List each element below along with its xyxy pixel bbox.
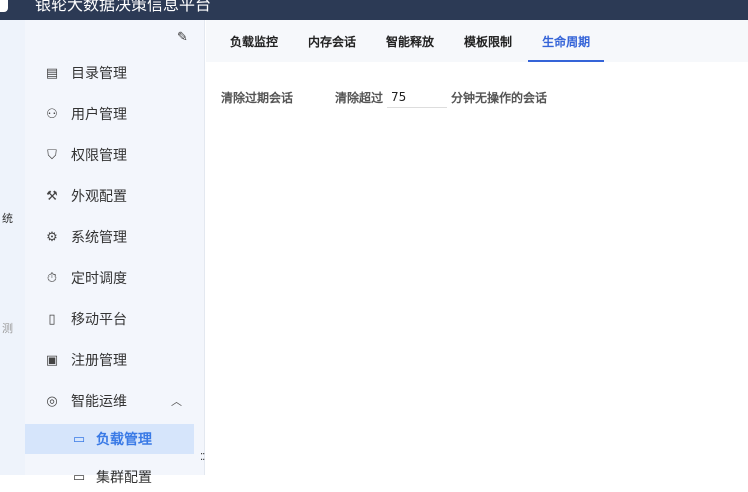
mobile-icon: ▯ [48, 311, 56, 327]
sidebar-item-ops[interactable]: ◎ 智能运维 ︿ [25, 386, 194, 416]
nav-item-partial[interactable]: 测 [2, 320, 13, 336]
load-icon: ▭ [72, 431, 86, 447]
user-icon: ⚇ [46, 106, 58, 122]
sidebar-item-label: 定时调度 [71, 271, 127, 287]
sidebar-item-label: 系统管理 [71, 230, 127, 246]
catalog-icon: ▤ [45, 65, 59, 81]
tab-load-monitor[interactable]: 负载监控 [216, 20, 292, 62]
collapsed-nav: 统 测 [0, 20, 25, 475]
sidebar-item-label: 注册管理 [71, 353, 127, 369]
sidebar-item-schedule[interactable]: ⏱ 定时调度 [25, 263, 194, 293]
sidebar-item-appearance[interactable]: ⚒ 外观配置 [25, 181, 194, 211]
tab-smart-release[interactable]: 智能释放 [372, 20, 448, 62]
nav-item-partial[interactable]: 统 [2, 210, 13, 226]
session-expiry-setting: 清除过期会话 清除超过 分钟无操作的会话 [221, 86, 547, 108]
sidebar-item-users[interactable]: ⚇ 用户管理 [25, 99, 194, 129]
sidebar-item-label: 负载管理 [96, 432, 152, 448]
register-icon: ▣ [45, 352, 59, 368]
section-label: 清除过期会话 [221, 90, 294, 105]
sidebar-item-permissions[interactable]: ⛉ 权限管理 [25, 140, 194, 170]
ops-icon: ◎ [46, 393, 58, 409]
sidebar-item-catalog[interactable]: ▤ 目录管理 [25, 58, 194, 88]
top-bar: 银轮大数据决策信息平台 [0, 0, 748, 20]
sidebar-item-label: 用户管理 [71, 107, 127, 123]
sidebar-item-label: 目录管理 [71, 66, 127, 82]
sidebar-item-system[interactable]: ⚙ 系统管理 [25, 222, 194, 252]
sidebar-item-mobile[interactable]: ▯ 移动平台 [25, 304, 194, 334]
paint-roller-icon: ⚒ [46, 188, 58, 204]
stopwatch-icon: ⏱ [46, 270, 58, 286]
suffix-label: 分钟无操作的会话 [451, 90, 548, 105]
cluster-icon: ▭ [72, 469, 86, 485]
prefix-label: 清除超过 [335, 90, 384, 105]
sidebar-item-register[interactable]: ▣ 注册管理 [25, 345, 194, 375]
tab-template-limit[interactable]: 模板限制 [450, 20, 526, 62]
sidebar-item-label: 外观配置 [71, 189, 127, 205]
sidebar: ✎ ▤ 目录管理 ⚇ 用户管理 ⛉ 权限管理 ⚒ 外观配置 ⚙ 系统管理 ⏱ 定时调度 ▯ 移… [25, 20, 205, 486]
resize-handle[interactable]: ⁚⁚ [200, 452, 205, 463]
tab-memory-session[interactable]: 内存会话 [294, 20, 370, 62]
sidebar-item-label: 权限管理 [71, 148, 127, 164]
chevron-up-icon[interactable]: ︿ [171, 393, 182, 409]
logo [0, 0, 8, 12]
tab-bar: 负载监控 内存会话 智能释放 模板限制 生命周期 [206, 20, 748, 62]
tab-lifecycle[interactable]: 生命周期 [528, 20, 605, 62]
gear-icon: ⚙ [46, 229, 58, 245]
sidebar-item-label: 智能运维 [71, 394, 127, 410]
sidebar-item-load-management[interactable]: ▭ 负载管理 [25, 424, 194, 454]
shield-icon: ⛉ [47, 147, 57, 163]
minutes-input[interactable] [387, 86, 448, 108]
app-title: 银轮大数据决策信息平台 [35, 0, 212, 14]
pin-icon[interactable]: ✎ [177, 30, 188, 45]
sidebar-item-cluster[interactable]: ▭ 集群配置 [25, 462, 194, 492]
sidebar-item-label: 移动平台 [71, 312, 127, 328]
sidebar-item-label: 集群配置 [96, 470, 152, 486]
